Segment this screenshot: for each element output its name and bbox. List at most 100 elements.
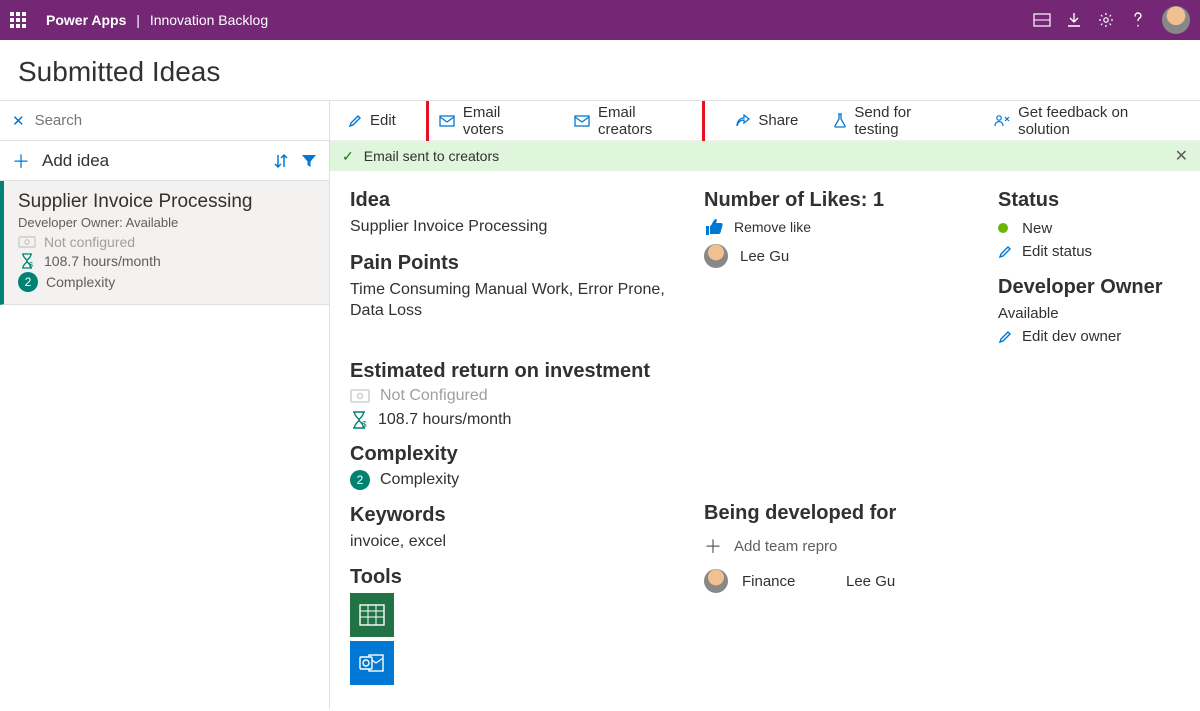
svg-text:$: $ [362, 420, 367, 429]
filter-icon[interactable] [301, 153, 317, 169]
brand-label: Power Apps | Innovation Backlog [46, 12, 268, 28]
notification-message: Email sent to creators [364, 148, 499, 164]
brand-name: Power Apps [46, 12, 126, 28]
complexity-text: Complexity [46, 274, 115, 290]
status-dot-icon [998, 223, 1008, 233]
notification-bar: ✓ Email sent to creators ✕ [330, 141, 1200, 171]
edit-dev-owner-button[interactable]: Edit dev owner [998, 328, 1180, 345]
tool-excel-icon[interactable] [350, 593, 394, 637]
complexity-badge: 2 [18, 272, 38, 292]
app-name: Innovation Backlog [150, 12, 268, 28]
idea-card-complexity: 2 Complexity [18, 272, 315, 292]
share-icon [735, 114, 750, 128]
likes-heading: Number of Likes: 1 [704, 189, 974, 212]
idea-card-owner: Developer Owner: Available [18, 215, 315, 230]
roi-hours-text: 108.7 hours/month [378, 411, 511, 429]
get-feedback-button[interactable]: Get feedback on solution [988, 101, 1188, 142]
dev-owner-value: Available [998, 305, 1180, 322]
add-idea-row[interactable]: ＋ Add idea [0, 141, 329, 181]
detail-column-3: Status New Edit status Developer Owner A… [998, 185, 1180, 695]
edit-button[interactable]: Edit [342, 108, 402, 133]
liker-row: Lee Gu [704, 244, 974, 268]
roi-not-configured-text: Not Configured [380, 387, 488, 405]
complexity-row: 2 Complexity [350, 470, 680, 490]
person-avatar [704, 569, 728, 593]
search-input[interactable] [35, 112, 317, 129]
ideas-list-pane: ✕ ＋ Add idea Supplier Invoice Processing… [0, 101, 330, 709]
get-feedback-label: Get feedback on solution [1018, 104, 1182, 138]
add-idea-label: Add idea [42, 151, 261, 171]
email-voters-button[interactable]: Email voters [433, 101, 550, 142]
keywords-heading: Keywords [350, 504, 680, 527]
page-title: Submitted Ideas [0, 40, 1200, 100]
email-voters-label: Email voters [463, 104, 544, 138]
pain-value: Time Consuming Manual Work, Error Prone,… [350, 279, 680, 322]
email-creators-label: Email creators [598, 104, 692, 138]
pain-heading: Pain Points [350, 252, 680, 275]
detail-pane: Edit Email voters Email creators [330, 101, 1200, 709]
flask-icon [834, 113, 846, 128]
edit-status-label: Edit status [1022, 243, 1092, 260]
detail-column-2: Number of Likes: 1 Remove like Lee Gu Be… [704, 185, 974, 695]
pencil-icon [998, 245, 1012, 259]
search-row: ✕ [0, 101, 329, 141]
download-icon[interactable] [1058, 4, 1090, 36]
check-icon: ✓ [342, 148, 354, 165]
clear-search-icon[interactable]: ✕ [12, 112, 25, 130]
idea-card[interactable]: Supplier Invoice Processing Developer Ow… [0, 181, 329, 305]
liker-name: Lee Gu [740, 248, 789, 265]
status-row: New [998, 220, 1180, 237]
user-avatar[interactable] [1162, 6, 1190, 34]
keywords-value: invoice, excel [350, 531, 680, 553]
top-bar: Power Apps | Innovation Backlog [0, 0, 1200, 40]
share-button[interactable]: Share [729, 108, 804, 133]
edit-label: Edit [370, 112, 396, 129]
close-notification-icon[interactable]: ✕ [1175, 146, 1188, 166]
tools-heading: Tools [350, 566, 680, 589]
tool-outlook-icon[interactable] [350, 641, 394, 685]
idea-name: Supplier Invoice Processing [350, 216, 680, 238]
edit-dev-owner-label: Edit dev owner [1022, 328, 1121, 345]
app-launcher-icon[interactable] [10, 12, 26, 28]
send-testing-button[interactable]: Send for testing [828, 101, 964, 142]
plus-icon: ＋ [12, 148, 30, 174]
svg-text:$: $ [29, 262, 33, 269]
detail-toolbar: Edit Email voters Email creators [330, 101, 1200, 141]
hourglass-icon: $ [350, 411, 368, 429]
share-label: Share [758, 112, 798, 129]
team-row: Finance Lee Gu [704, 569, 974, 593]
plus-icon: ＋ [704, 533, 722, 559]
detail-body: Idea Supplier Invoice Processing Pain Po… [330, 171, 1200, 709]
detail-column-1: Idea Supplier Invoice Processing Pain Po… [350, 185, 680, 695]
complexity-value: Complexity [380, 471, 459, 489]
email-actions-highlight: Email voters Email creators [426, 101, 705, 147]
roi-not-configured: Not Configured [350, 387, 680, 405]
roi-heading: Estimated return on investment [350, 360, 680, 383]
help-icon[interactable] [1122, 4, 1154, 36]
team-name: Finance [742, 573, 832, 590]
remove-like-button[interactable]: Remove like [704, 218, 974, 236]
edit-status-button[interactable]: Edit status [998, 243, 1180, 260]
settings-icon[interactable] [1090, 4, 1122, 36]
roi-hours: $ 108.7 hours/month [350, 411, 680, 429]
add-team-label: Add team repro [734, 538, 837, 555]
pencil-icon [998, 330, 1012, 344]
feedback-icon [994, 114, 1010, 128]
pencil-icon [348, 114, 362, 128]
status-heading: Status [998, 189, 1180, 212]
status-value: New [1022, 220, 1052, 237]
complexity-badge: 2 [350, 470, 370, 490]
fit-icon[interactable] [1026, 4, 1058, 36]
email-creators-button[interactable]: Email creators [568, 101, 698, 142]
idea-card-hours: $ 108.7 hours/month [18, 253, 315, 269]
money-icon [350, 389, 370, 403]
sort-icon[interactable] [273, 153, 289, 169]
idea-heading: Idea [350, 189, 680, 212]
team-person: Lee Gu [846, 573, 895, 590]
add-team-button[interactable]: ＋ Add team repro [704, 533, 974, 559]
send-testing-label: Send for testing [854, 104, 958, 138]
brand-divider: | [136, 12, 140, 28]
person-avatar [704, 244, 728, 268]
hours-text: 108.7 hours/month [44, 253, 161, 269]
dev-owner-heading: Developer Owner [998, 276, 1180, 299]
